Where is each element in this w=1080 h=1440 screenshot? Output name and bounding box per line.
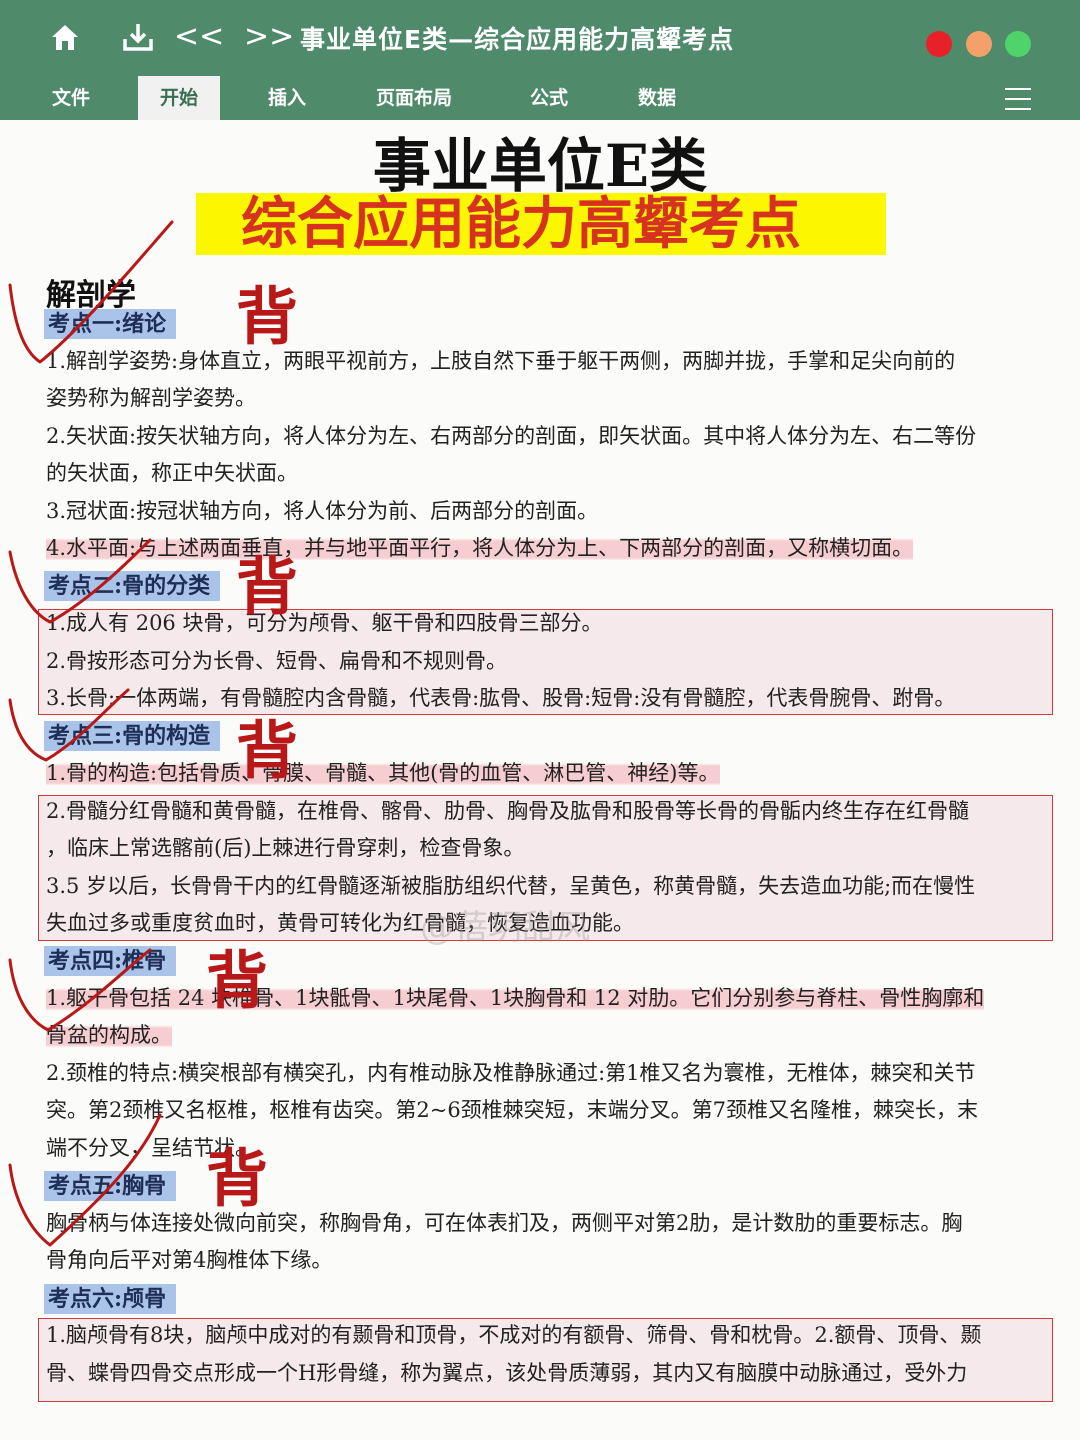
- back-icon[interactable]: <<: [174, 22, 224, 52]
- doc-title: 事业单位E类: [372, 132, 708, 200]
- tab-home[interactable]: 开始: [138, 76, 221, 120]
- highlighted-line: 骨盆的构成。: [46, 1021, 172, 1049]
- text-line: 3.5 岁以后，长骨骨干内的红骨髓逐渐被脂肪组织代替，呈黄色，称黄骨髓，失去造血…: [46, 874, 976, 898]
- home-icon[interactable]: [50, 22, 80, 58]
- text-line: 2.骨按形态可分为长骨、短骨、扁骨和不规则骨。: [46, 649, 508, 673]
- text-line: 的矢状面，称正中矢状面。: [46, 461, 298, 485]
- text-line: 1.解剖学姿势:身体直立，两眼平视前方，上肢自然下垂于躯干两侧，两脚并拢，手掌和…: [46, 349, 956, 373]
- text-line: 2.矢状面:按矢状轴方向，将人体分为左、右两部分的剖面，即矢状面。其中将人体分为…: [46, 424, 977, 448]
- tab-formula[interactable]: 公式: [530, 76, 568, 120]
- text-line: 1.成人有 206 块骨，可分为颅骨、躯干骨和四肢骨三部分。: [46, 611, 603, 635]
- text-line: 骨角向后平对第4胸椎体下缘。: [46, 1248, 333, 1272]
- text-line: 端不分叉，呈结节状。: [46, 1136, 256, 1160]
- keypoint-heading: 考点三:骨的构造: [44, 721, 221, 751]
- text-line: ，临床上常选髂前(后)上棘进行骨穿刺，检查骨象。: [46, 836, 525, 860]
- text-line: 3.冠状面:按冠状轴方向，将人体分为前、后两部分的剖面。: [46, 499, 599, 523]
- text-line: 2.骨髓分红骨髓和黄骨髓，在椎骨、髂骨、肋骨、胸骨及肱骨和股骨等长骨的骨骺内终生…: [46, 799, 970, 823]
- watermark: @蓓玥甜风: [420, 908, 590, 948]
- text-line: 突。第2颈椎又名枢椎，枢椎有齿突。第2~6颈椎棘突短，末端分叉。第7颈椎又名隆椎…: [46, 1098, 979, 1122]
- tab-page-layout[interactable]: 页面布局: [376, 76, 452, 120]
- highlighted-line: 1.躯干骨包括 24 块椎骨、1块骶骨、1块尾骨、1块胸骨和 12 对肋。它们分…: [46, 984, 985, 1012]
- download-icon[interactable]: [122, 22, 154, 58]
- section-title: 解剖学: [46, 278, 136, 313]
- keypoint-heading: 考点一:绪论: [44, 309, 177, 339]
- highlighted-line: 1.骨的构造:包括骨质、骨膜、骨髓、其他(骨的血管、淋巴管、神经)等。: [46, 759, 720, 787]
- minimize-dot[interactable]: [966, 31, 992, 57]
- keypoint-heading: 考点六:颅骨: [44, 1284, 177, 1314]
- text-line: 1.脑颅骨有8块，脑颅中成对的有颞骨和顶骨，不成对的有额骨、筛骨、骨和枕骨。2.…: [46, 1323, 982, 1347]
- forward-icon[interactable]: >>: [244, 22, 294, 52]
- keypoint-heading: 考点四:椎骨: [44, 946, 177, 976]
- maximize-dot[interactable]: [1005, 31, 1031, 57]
- tab-file[interactable]: 文件: [52, 76, 90, 120]
- doc-subtitle: 综合应用能力高颦考点: [241, 191, 801, 257]
- tab-data[interactable]: 数据: [638, 76, 676, 120]
- menu-icon[interactable]: [1005, 88, 1031, 110]
- tab-insert[interactable]: 插入: [268, 76, 306, 120]
- text-line: 3.长骨:一体两端，有骨髓腔内含骨髓，代表骨:肱骨、股骨:短骨:没有骨髓腔，代表…: [46, 686, 956, 710]
- text-line: 胸骨柄与体连接处微向前突，称胸骨角，可在体表扪及，两侧平对第2肋，是计数肋的重要…: [46, 1211, 963, 1235]
- text-line: 姿势称为解剖学姿势。: [46, 386, 256, 410]
- close-dot[interactable]: [926, 31, 952, 57]
- highlighted-line: 4.水平面:与上述两面垂直，并与地平面平行，将人体分为上、下两部分的剖面，又称横…: [46, 534, 914, 562]
- keypoint-heading: 考点二:骨的分类: [44, 571, 221, 601]
- text-line: 2.颈椎的特点:横突根部有横突孔，内有椎动脉及椎静脉通过:第1椎又名为寰椎，无椎…: [46, 1061, 976, 1085]
- keypoint-heading: 考点五:胸骨: [44, 1171, 177, 1201]
- text-line: 骨、蝶骨四骨交点形成一个H形骨缝，称为翼点，该处骨质薄弱，其内又有脑膜中动脉通过…: [46, 1361, 968, 1385]
- document-title: 事业单位E类—综合应用能力高颦考点: [300, 25, 735, 54]
